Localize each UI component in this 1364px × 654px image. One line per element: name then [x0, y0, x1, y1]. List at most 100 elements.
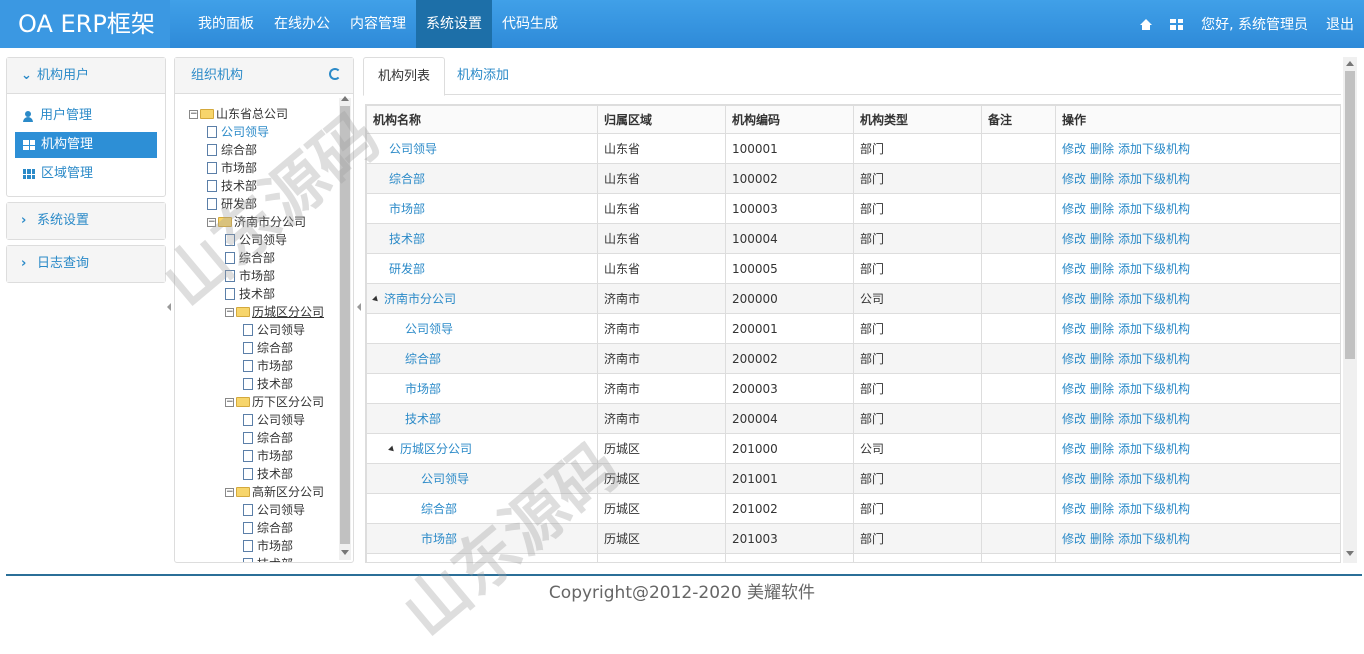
- org-name-cell[interactable]: 技术部: [366, 403, 598, 434]
- tree-scrollbar[interactable]: [339, 96, 351, 560]
- table-row[interactable]: 技术部 山东省 100004 部门 修改 删除 添加下级机构: [366, 223, 1340, 254]
- org-name[interactable]: 综合部: [405, 352, 441, 366]
- org-name-cell[interactable]: 综合部: [366, 343, 598, 374]
- edit-link[interactable]: 修改: [1062, 352, 1086, 366]
- scroll-down-icon[interactable]: [341, 550, 349, 555]
- delete-link[interactable]: 删除: [1090, 412, 1114, 426]
- org-name[interactable]: 综合部: [421, 502, 457, 516]
- tree-node[interactable]: 市场部: [243, 447, 293, 465]
- table-row[interactable]: 公司领导 山东省 100001 部门 修改 删除 添加下级机构: [366, 133, 1340, 164]
- org-name[interactable]: 技术部: [421, 562, 457, 563]
- org-name-cell[interactable]: 历城区分公司: [366, 433, 598, 464]
- column-header[interactable]: 备注: [981, 105, 1056, 134]
- delete-link[interactable]: 删除: [1090, 262, 1114, 276]
- tree-node-label[interactable]: 公司领导: [239, 231, 287, 249]
- table-row[interactable]: 公司领导 历城区 201001 部门 修改 删除 添加下级机构: [366, 463, 1340, 494]
- edit-link[interactable]: 修改: [1062, 532, 1086, 546]
- tree-node[interactable]: − 济南市分公司: [207, 213, 306, 231]
- org-name[interactable]: 市场部: [421, 532, 457, 546]
- add-child-link[interactable]: 添加下级机构: [1118, 322, 1190, 336]
- collapse-toggle-icon[interactable]: −: [225, 487, 234, 497]
- sidebar-group-header[interactable]: › 系统设置: [7, 203, 165, 239]
- nav-item[interactable]: 代码生成: [492, 0, 568, 48]
- delete-link[interactable]: 删除: [1090, 472, 1114, 486]
- delete-link[interactable]: 删除: [1090, 532, 1114, 546]
- sidebar-group-header[interactable]: › 日志查询: [7, 246, 165, 282]
- home-icon[interactable]: [1140, 18, 1153, 30]
- edit-link[interactable]: 修改: [1062, 502, 1086, 516]
- edit-link[interactable]: 修改: [1062, 232, 1086, 246]
- expand-caret-icon[interactable]: [388, 445, 396, 454]
- add-child-link[interactable]: 添加下级机构: [1118, 292, 1190, 306]
- tree-node[interactable]: 综合部: [225, 249, 275, 267]
- delete-link[interactable]: 删除: [1090, 352, 1114, 366]
- collapse-toggle-icon[interactable]: −: [207, 217, 216, 227]
- refresh-icon[interactable]: [329, 68, 341, 80]
- edit-link[interactable]: 修改: [1062, 202, 1086, 216]
- tree-node[interactable]: 公司领导: [243, 501, 305, 519]
- add-child-link[interactable]: 添加下级机构: [1118, 532, 1190, 546]
- table-row[interactable]: 综合部 济南市 200002 部门 修改 删除 添加下级机构: [366, 343, 1340, 374]
- tree-node[interactable]: 综合部: [243, 429, 293, 447]
- main-scroll-thumb[interactable]: [1345, 71, 1355, 359]
- delete-link[interactable]: 删除: [1090, 562, 1114, 563]
- tree-node-label[interactable]: 公司领导: [221, 123, 269, 141]
- tree-node-label[interactable]: 研发部: [221, 195, 257, 213]
- main-scrollbar[interactable]: [1343, 57, 1357, 563]
- delete-link[interactable]: 删除: [1090, 142, 1114, 156]
- table-row[interactable]: 历城区分公司 历城区 201000 公司 修改 删除 添加下级机构: [366, 433, 1340, 464]
- add-child-link[interactable]: 添加下级机构: [1118, 172, 1190, 186]
- tree-node-label[interactable]: 技术部: [257, 555, 293, 562]
- tree-node[interactable]: − 历下区分公司: [225, 393, 324, 411]
- org-name-cell[interactable]: 市场部: [366, 373, 598, 404]
- delete-link[interactable]: 删除: [1090, 322, 1114, 336]
- org-name[interactable]: 公司领导: [389, 142, 437, 156]
- delete-link[interactable]: 删除: [1090, 292, 1114, 306]
- edit-link[interactable]: 修改: [1062, 292, 1086, 306]
- column-header[interactable]: 机构名称: [366, 105, 598, 134]
- org-name[interactable]: 市场部: [405, 382, 441, 396]
- delete-link[interactable]: 删除: [1090, 502, 1114, 516]
- tree-node-label[interactable]: 技术部: [221, 177, 257, 195]
- add-child-link[interactable]: 添加下级机构: [1118, 232, 1190, 246]
- collapse-arrow-icon[interactable]: [167, 303, 171, 311]
- sidebar-splitter[interactable]: [167, 57, 173, 562]
- org-name[interactable]: 研发部: [389, 262, 425, 276]
- org-name-cell[interactable]: 公司领导: [366, 313, 598, 344]
- tree-scroll-thumb[interactable]: [340, 106, 350, 544]
- add-child-link[interactable]: 添加下级机构: [1118, 412, 1190, 426]
- tree-node[interactable]: 技术部: [243, 465, 293, 483]
- tree-node[interactable]: 综合部: [243, 339, 293, 357]
- tree-node[interactable]: 公司领导: [243, 411, 305, 429]
- org-name[interactable]: 济南市分公司: [384, 292, 456, 306]
- nav-item[interactable]: 我的面板: [188, 0, 264, 48]
- user-greeting[interactable]: 您好, 系统管理员: [1201, 14, 1308, 34]
- org-name-cell[interactable]: 市场部: [366, 523, 598, 554]
- org-name-cell[interactable]: 技术部: [366, 553, 598, 563]
- edit-link[interactable]: 修改: [1062, 262, 1086, 276]
- org-name-cell[interactable]: 综合部: [366, 493, 598, 524]
- org-name[interactable]: 综合部: [389, 172, 425, 186]
- tree-node-label[interactable]: 市场部: [239, 267, 275, 285]
- tree-node-label[interactable]: 综合部: [257, 519, 293, 537]
- org-name-cell[interactable]: 技术部: [366, 223, 598, 254]
- tree-node[interactable]: 公司领导: [207, 123, 269, 141]
- delete-link[interactable]: 删除: [1090, 232, 1114, 246]
- tree-node[interactable]: 市场部: [243, 357, 293, 375]
- tree-node-label[interactable]: 市场部: [257, 357, 293, 375]
- org-name[interactable]: 公司领导: [421, 472, 469, 486]
- logout-link[interactable]: 退出: [1326, 14, 1354, 34]
- collapse-toggle-icon[interactable]: −: [225, 307, 234, 317]
- column-header[interactable]: 机构类型: [853, 105, 982, 134]
- tree-node-label[interactable]: 技术部: [257, 375, 293, 393]
- delete-link[interactable]: 删除: [1090, 202, 1114, 216]
- table-row[interactable]: 综合部 历城区 201002 部门 修改 删除 添加下级机构: [366, 493, 1340, 524]
- tree-node[interactable]: 技术部: [243, 555, 293, 562]
- org-name-cell[interactable]: 综合部: [366, 163, 598, 194]
- tree-node[interactable]: 市场部: [243, 537, 293, 555]
- edit-link[interactable]: 修改: [1062, 322, 1086, 336]
- tree-node-label[interactable]: 综合部: [257, 339, 293, 357]
- tree-node[interactable]: 研发部: [207, 195, 257, 213]
- scroll-down-icon[interactable]: [1346, 551, 1354, 556]
- table-row[interactable]: 技术部 历城区201004部门修改 删除 添加下级机构: [366, 553, 1340, 563]
